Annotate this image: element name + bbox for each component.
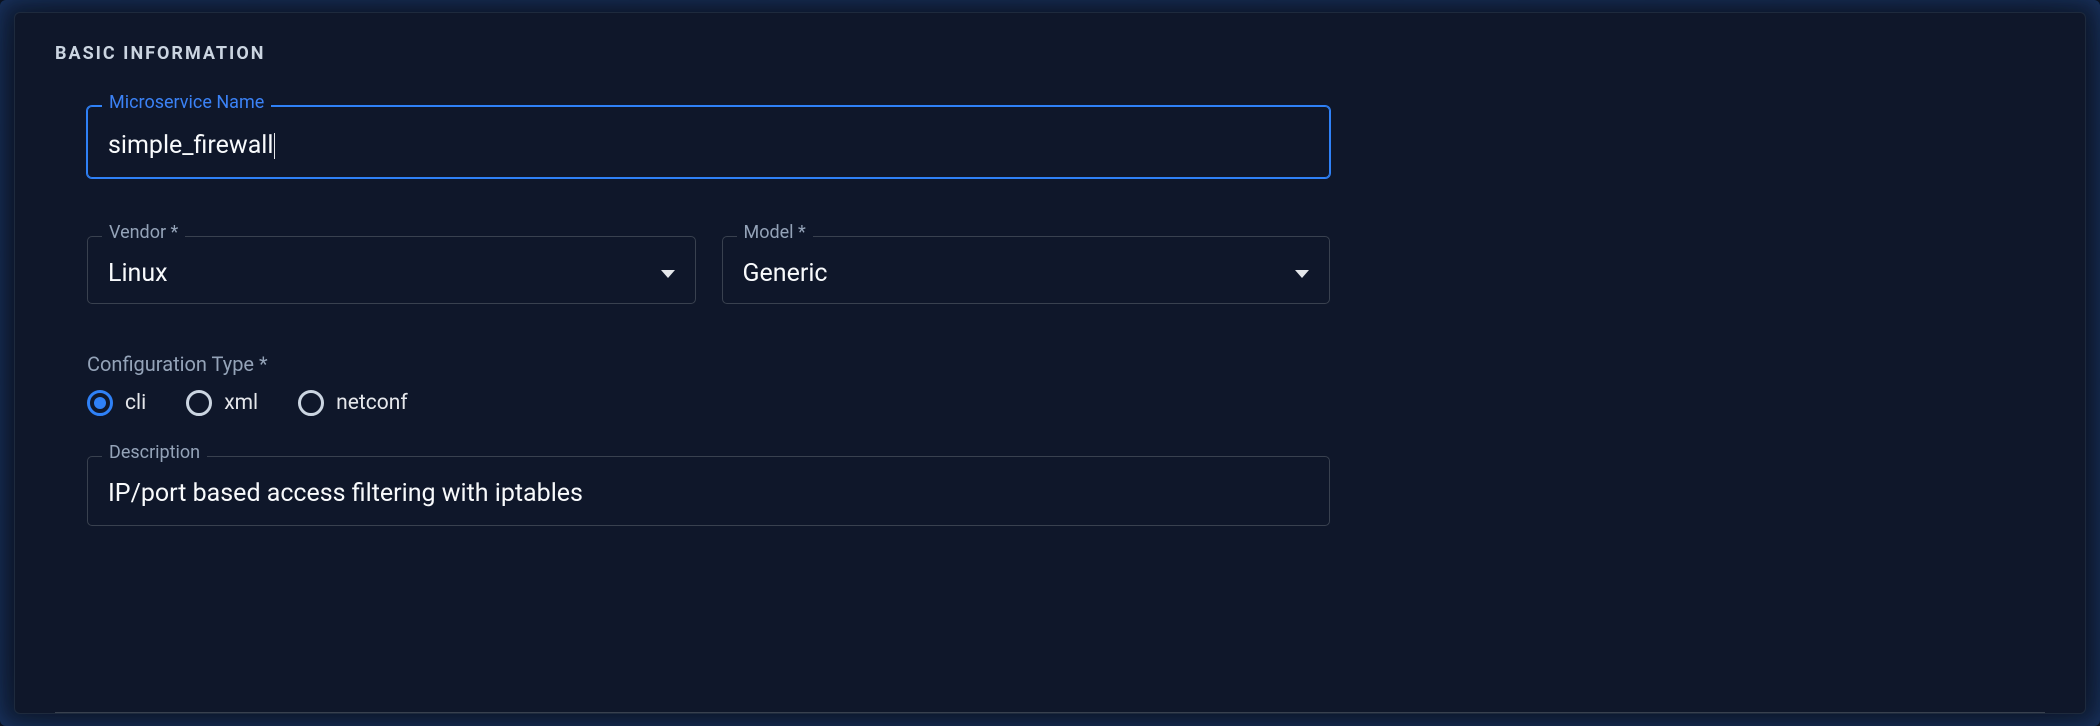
radio-icon	[298, 390, 324, 416]
section-divider	[55, 712, 2045, 713]
basic-information-panel: BASIC INFORMATION Microservice Name simp…	[14, 12, 2086, 714]
vendor-select[interactable]: Vendor * Linux	[87, 236, 696, 304]
text-caret	[274, 133, 275, 159]
form-area: Microservice Name simple_firewall Vendor…	[55, 106, 1330, 526]
microservice-name-field[interactable]: Microservice Name simple_firewall	[87, 106, 1330, 178]
microservice-name-label: Microservice Name	[102, 94, 271, 112]
configuration-type-label: Configuration Type *	[87, 352, 1330, 376]
chevron-down-icon	[661, 270, 675, 278]
radio-netconf[interactable]: netconf	[298, 390, 407, 416]
configuration-type-group: cli xml netconf	[87, 390, 1330, 416]
radio-xml-label: xml	[224, 391, 258, 415]
vendor-label: Vendor *	[102, 224, 185, 242]
radio-cli-label: cli	[125, 391, 146, 415]
section-title: BASIC INFORMATION	[55, 43, 2045, 64]
chevron-down-icon	[1295, 270, 1309, 278]
model-select[interactable]: Model * Generic	[722, 236, 1331, 304]
description-value: IP/port based access filtering with ipta…	[108, 479, 583, 508]
microservice-name-value: simple_firewall	[108, 131, 273, 161]
model-label: Model *	[737, 224, 813, 242]
radio-cli[interactable]: cli	[87, 390, 146, 416]
app-frame: BASIC INFORMATION Microservice Name simp…	[0, 0, 2100, 726]
radio-icon	[186, 390, 212, 416]
radio-icon	[87, 390, 113, 416]
radio-xml[interactable]: xml	[186, 390, 258, 416]
description-label: Description	[102, 444, 207, 462]
description-field[interactable]: Description IP/port based access filteri…	[87, 456, 1330, 526]
radio-dot-icon	[94, 397, 106, 409]
model-value: Generic	[743, 259, 828, 289]
vendor-value: Linux	[108, 259, 168, 289]
radio-netconf-label: netconf	[336, 391, 407, 415]
